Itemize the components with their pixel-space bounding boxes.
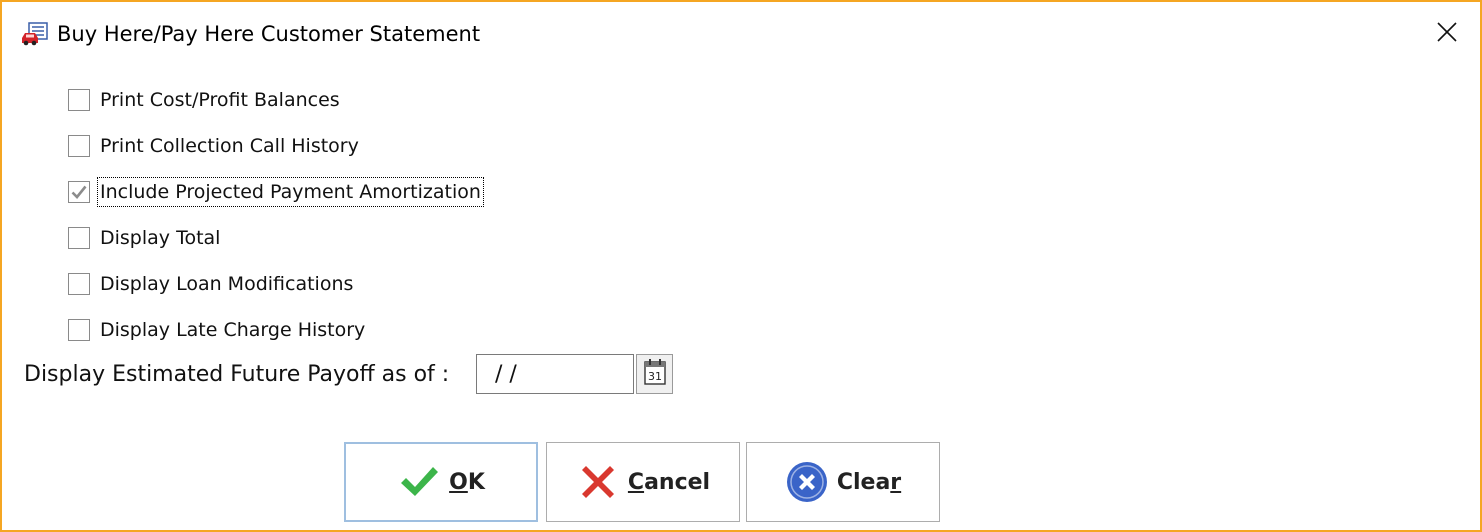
checkbox[interactable] — [68, 319, 90, 341]
option-display-total[interactable]: Display Total — [68, 223, 221, 253]
statement-car-icon — [20, 22, 50, 46]
option-label: Print Collection Call History — [100, 135, 359, 157]
close-button[interactable] — [1424, 14, 1470, 54]
checkbox[interactable] — [68, 135, 90, 157]
clear-circle-icon — [785, 460, 829, 504]
option-label: Include Projected Payment Amortization — [97, 177, 484, 207]
checkbox[interactable] — [68, 89, 90, 111]
calendar-day: 31 — [648, 370, 662, 383]
option-print-collection-history[interactable]: Print Collection Call History — [68, 131, 360, 161]
checkbox-checked[interactable] — [68, 181, 90, 203]
payoff-date-input[interactable] — [476, 354, 634, 394]
window-title: Buy Here/Pay Here Customer Statement — [57, 22, 481, 46]
option-display-loan-modifications[interactable]: Display Loan Modifications — [68, 269, 354, 299]
cancel-label: Cancel — [627, 469, 711, 495]
option-label: Display Late Charge History — [100, 319, 366, 341]
checkmark-icon — [397, 460, 441, 504]
calendar-button[interactable]: 31 — [636, 354, 673, 394]
checkbox[interactable] — [68, 273, 90, 295]
option-label: Display Total — [100, 227, 221, 249]
checkbox[interactable] — [68, 227, 90, 249]
clear-label: Clear — [836, 469, 902, 495]
dialog-window: Buy Here/Pay Here Customer Statement Pri… — [0, 0, 1482, 532]
ok-label: OK — [449, 469, 485, 495]
option-display-late-charge[interactable]: Display Late Charge History — [68, 315, 366, 345]
option-label: Display Loan Modifications — [100, 273, 354, 295]
option-label: Print Cost/Profit Balances — [100, 89, 340, 111]
payoff-date-label: Display Estimated Future Payoff as of : — [24, 362, 450, 387]
clear-button[interactable]: Clear — [746, 442, 940, 522]
option-print-cost-profit[interactable]: Print Cost/Profit Balances — [68, 85, 341, 115]
close-icon — [1437, 22, 1457, 46]
ok-button[interactable]: OK — [344, 442, 538, 522]
cancel-button[interactable]: Cancel — [546, 442, 740, 522]
cross-icon — [576, 460, 620, 504]
calendar-icon: 31 — [643, 358, 667, 390]
option-include-amortization[interactable]: Include Projected Payment Amortization — [68, 177, 484, 207]
title-bar: Buy Here/Pay Here Customer Statement — [2, 2, 1480, 66]
checkmark-icon — [71, 185, 87, 199]
